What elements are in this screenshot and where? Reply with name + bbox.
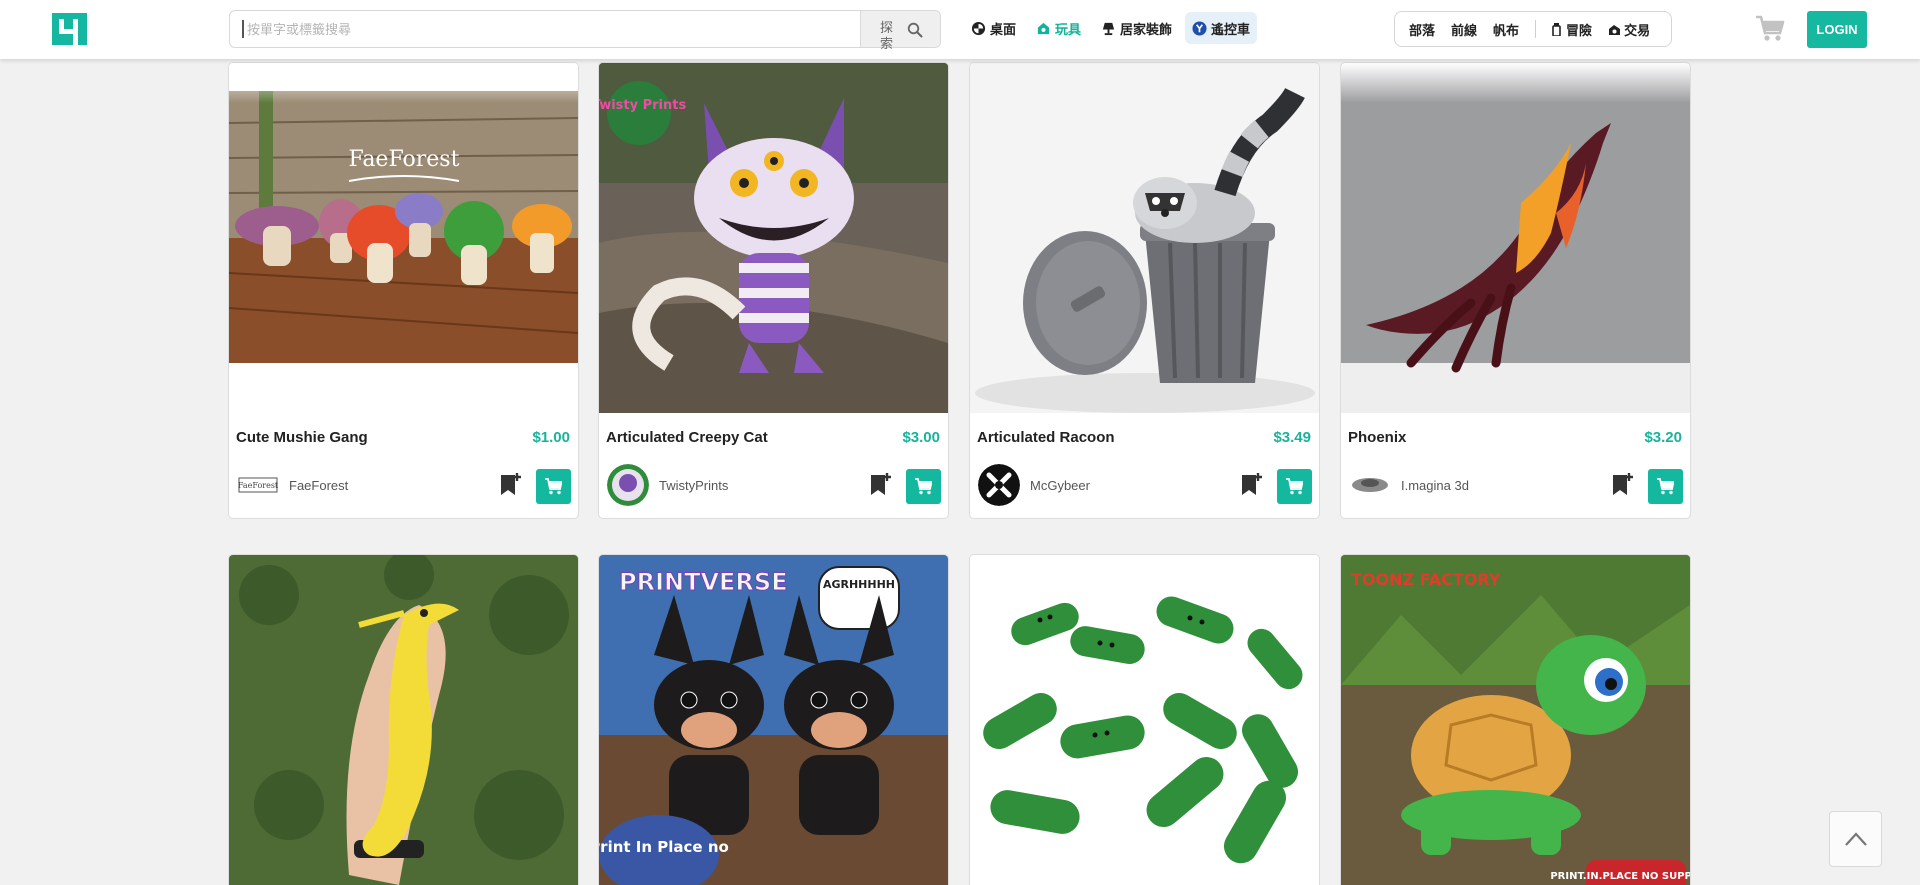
add-to-cart-button[interactable] bbox=[536, 469, 571, 504]
raccoon-trash-can-image bbox=[970, 63, 1319, 413]
pickles-image bbox=[970, 555, 1319, 885]
nav-canvas[interactable]: 帆布 bbox=[1493, 20, 1519, 39]
scroll-to-top-button[interactable] bbox=[1829, 811, 1882, 867]
product-card[interactable]: Articulated Racoon $3.49 McGybeer bbox=[969, 62, 1320, 519]
category-label: 遙控車 bbox=[1211, 21, 1251, 37]
product-title[interactable]: Cute Mushie Gang bbox=[236, 429, 368, 446]
search-button-label: 探索 bbox=[880, 20, 894, 51]
nav-label: 冒險 bbox=[1566, 22, 1593, 38]
product-image[interactable] bbox=[970, 555, 1319, 885]
nav-divider bbox=[1535, 20, 1537, 38]
product-image[interactable]: TOONZ FACTORY PRINT.IN.PLACE NO SUPPORTS bbox=[1341, 555, 1690, 885]
svg-text:FaeForest: FaeForest bbox=[238, 481, 279, 490]
product-price: $3.00 bbox=[902, 429, 940, 446]
product-card[interactable]: TOONZ FACTORY PRINT.IN.PLACE NO SUPPORTS bbox=[1340, 554, 1691, 885]
mushroom-figures-image: FaeForest bbox=[229, 63, 578, 413]
creator-avatar[interactable] bbox=[607, 464, 649, 506]
creator-name[interactable]: TwistyPrints bbox=[659, 478, 728, 493]
product-image[interactable] bbox=[1341, 63, 1690, 413]
cart-icon bbox=[1657, 478, 1674, 495]
image-brand-text: PRINTVERSE bbox=[619, 568, 788, 596]
add-to-cart-button[interactable] bbox=[906, 469, 941, 504]
creepy-cat-image: Twisty Prints bbox=[599, 63, 948, 413]
creator-name[interactable]: McGybeer bbox=[1030, 478, 1090, 493]
search-bar: 探索 bbox=[229, 10, 941, 51]
bottle-icon bbox=[1552, 22, 1561, 36]
seahorse-image bbox=[229, 555, 578, 885]
rc-car-icon bbox=[1192, 20, 1207, 36]
search-button[interactable]: 探索 bbox=[860, 11, 940, 51]
top-header: 探索 桌面 玩具 居家裝飾 遙控車 部落 前線 帆布 bbox=[0, 0, 1920, 59]
phoenix-figure-image bbox=[1341, 63, 1690, 413]
product-card[interactable]: Phoenix $3.20 I.magina 3d bbox=[1340, 62, 1691, 519]
product-image[interactable]: Twisty Prints bbox=[599, 63, 948, 413]
shopping-cart-icon[interactable] bbox=[1755, 14, 1785, 42]
turtle-image: TOONZ FACTORY PRINT.IN.PLACE NO SUPPORTS bbox=[1341, 555, 1690, 885]
product-title[interactable]: Phoenix bbox=[1348, 429, 1406, 446]
nav-frontline[interactable]: 前線 bbox=[1451, 20, 1477, 39]
product-card[interactable] bbox=[969, 554, 1320, 885]
speech-bubble-text: AGRHHHHH bbox=[823, 578, 895, 591]
product-image[interactable]: PRINTVERSE AGRHHHHH Print In Place no bbox=[599, 555, 948, 885]
swirl-icon bbox=[971, 21, 986, 35]
bookmark-add-icon[interactable] bbox=[870, 472, 892, 496]
creator-avatar[interactable] bbox=[1349, 464, 1391, 506]
lamp-icon bbox=[1102, 22, 1115, 35]
category-toys[interactable]: 玩具 bbox=[1029, 12, 1088, 44]
search-icon bbox=[907, 22, 923, 38]
nav-tribe[interactable]: 部落 bbox=[1409, 20, 1435, 39]
product-title[interactable]: Articulated Creepy Cat bbox=[606, 429, 768, 446]
login-button[interactable]: LOGIN bbox=[1807, 11, 1867, 48]
category-nav: 桌面 玩具 居家裝飾 遙控車 bbox=[964, 12, 1258, 44]
cart-icon bbox=[915, 478, 932, 495]
chihuahua-image: PRINTVERSE AGRHHHHH Print In Place no bbox=[599, 555, 948, 885]
category-label: 桌面 bbox=[990, 21, 1017, 37]
chevron-up-icon bbox=[1845, 832, 1867, 846]
nav-adventure[interactable]: 冒險 bbox=[1550, 20, 1592, 39]
nav-label: 交易 bbox=[1624, 22, 1651, 38]
product-image[interactable] bbox=[970, 63, 1319, 413]
bookmark-add-icon[interactable] bbox=[1241, 472, 1263, 496]
category-label: 玩具 bbox=[1055, 21, 1082, 37]
cart-icon bbox=[545, 478, 562, 495]
product-price: $1.00 bbox=[532, 429, 570, 446]
product-card[interactable]: PRINTVERSE AGRHHHHH Print In Place no bbox=[598, 554, 949, 885]
product-title[interactable]: Articulated Racoon bbox=[977, 429, 1115, 446]
product-card[interactable]: FaeForest Cute Mushie Gang $1.00 FaeFore… bbox=[228, 62, 579, 519]
category-home-decor[interactable]: 居家裝飾 bbox=[1094, 12, 1179, 44]
nav-trade[interactable]: 交易 bbox=[1608, 20, 1650, 39]
category-rc-cars[interactable]: 遙控車 bbox=[1185, 12, 1258, 44]
product-image[interactable] bbox=[229, 555, 578, 885]
image-badge-text: Print In Place no bbox=[599, 838, 729, 856]
image-brand-text: FaeForest bbox=[349, 147, 460, 172]
category-label: 居家裝飾 bbox=[1120, 21, 1173, 37]
cults-logo-icon[interactable] bbox=[52, 13, 87, 45]
creator-name[interactable]: I.magina 3d bbox=[1401, 478, 1469, 493]
bookmark-add-icon[interactable] bbox=[1612, 472, 1634, 496]
product-card[interactable] bbox=[228, 554, 579, 885]
image-badge-text: PRINT.IN.PLACE NO SUPPORTS bbox=[1550, 871, 1690, 882]
product-card[interactable]: Twisty Prints Articulated Creepy Cat $3.… bbox=[598, 62, 949, 519]
category-desktop[interactable]: 桌面 bbox=[964, 12, 1023, 44]
add-to-cart-button[interactable] bbox=[1277, 469, 1312, 504]
cart-icon bbox=[1286, 478, 1303, 495]
toy-icon bbox=[1037, 22, 1050, 34]
image-brand-text: Twisty Prints bbox=[599, 98, 686, 113]
product-image[interactable]: FaeForest bbox=[229, 63, 578, 413]
image-brand-text: TOONZ FACTORY bbox=[1351, 570, 1501, 589]
creator-avatar[interactable] bbox=[978, 464, 1020, 506]
product-price: $3.49 bbox=[1273, 429, 1311, 446]
add-to-cart-button[interactable] bbox=[1648, 469, 1683, 504]
product-price: $3.20 bbox=[1644, 429, 1682, 446]
search-input[interactable] bbox=[242, 20, 842, 38]
bookmark-add-icon[interactable] bbox=[500, 472, 522, 496]
creator-name[interactable]: FaeForest bbox=[289, 478, 348, 493]
secondary-nav: 部落 前線 帆布 冒險 交易 bbox=[1394, 11, 1672, 47]
trade-icon bbox=[1609, 24, 1621, 35]
creator-avatar[interactable]: FaeForest bbox=[237, 464, 279, 506]
